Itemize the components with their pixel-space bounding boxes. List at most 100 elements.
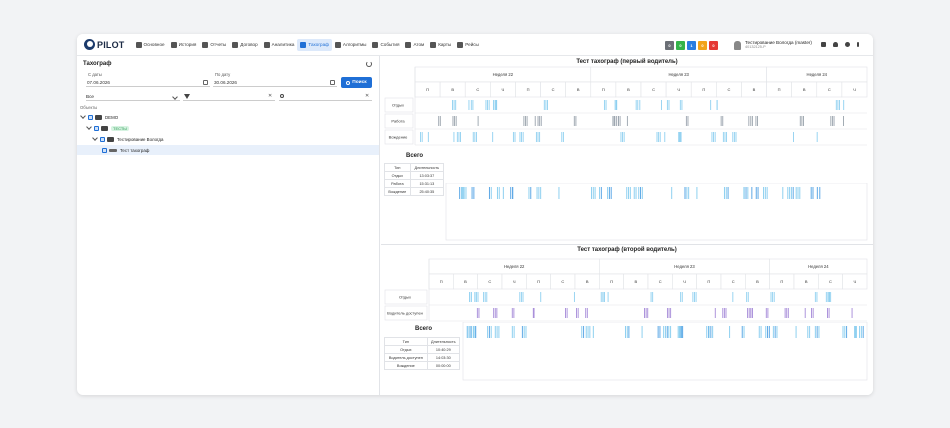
summary-bar xyxy=(743,187,745,199)
nav-item-events[interactable]: События xyxy=(369,39,402,51)
activity-bar xyxy=(645,308,647,318)
activity-bar xyxy=(421,132,423,142)
activity-bar xyxy=(668,100,670,110)
top-actions xyxy=(821,42,859,47)
type-select[interactable]: Все xyxy=(86,92,180,101)
activity-bar xyxy=(576,308,578,318)
status-box-blue[interactable]: 1 xyxy=(687,41,696,50)
user-info[interactable]: Тестирование Вологда (master) 40132125-P xyxy=(734,40,812,50)
from-date-field[interactable]: 07.06.2026 xyxy=(86,78,210,87)
summary-bar xyxy=(511,326,513,338)
caret-down-icon[interactable] xyxy=(92,135,98,141)
calendar-icon[interactable] xyxy=(203,80,208,85)
activity-bar xyxy=(484,292,486,302)
summary-area xyxy=(445,183,868,241)
nav-item-analytics[interactable]: Аналитика xyxy=(261,39,298,51)
checkbox[interactable] xyxy=(102,147,107,153)
checkbox[interactable] xyxy=(94,125,99,131)
nav-item-atom[interactable]: Атом xyxy=(402,39,427,51)
checkbox[interactable] xyxy=(88,114,93,120)
clear-icon[interactable]: ✕ xyxy=(365,93,369,99)
activity-bar xyxy=(547,100,548,110)
summary-bar xyxy=(814,326,816,338)
nav-item-tachograph[interactable]: Тахограф xyxy=(297,38,332,51)
activity-bar xyxy=(746,292,748,302)
tree-item-vologda[interactable]: Тестирование Вологда xyxy=(77,134,379,144)
search-input[interactable] xyxy=(279,92,372,101)
activity-bar xyxy=(522,292,524,302)
activity-bar xyxy=(659,132,661,142)
tree-item-demo[interactable]: DEMO xyxy=(77,112,379,122)
status-box-green[interactable]: 0 xyxy=(676,41,685,50)
day-label: С xyxy=(727,87,730,92)
nav-label: Атом xyxy=(413,42,425,47)
summary-bar xyxy=(755,187,757,199)
day-label: П xyxy=(778,87,781,92)
status-box-gray[interactable]: 0 xyxy=(665,41,674,50)
summary-bar xyxy=(723,187,725,199)
caret-down-icon[interactable] xyxy=(80,113,86,119)
activity-bar xyxy=(747,292,749,302)
caret-down-icon[interactable] xyxy=(86,124,92,130)
activity-bar xyxy=(523,116,525,126)
tree-item-tachograph[interactable]: Тест тахограф xyxy=(77,145,379,155)
activity-bar xyxy=(620,132,622,142)
map-icon xyxy=(430,41,437,48)
nav-item-history[interactable]: История xyxy=(168,39,200,51)
activity-bar xyxy=(486,292,488,302)
logo-mark-icon xyxy=(84,39,95,50)
nav-item-contract[interactable]: Договор xyxy=(229,39,260,51)
search-icon xyxy=(280,94,284,98)
nav-item-maps[interactable]: Карты xyxy=(427,39,454,51)
tachograph-filter-panel: Тахограф С даты 07.06.2026 По дату 30.06… xyxy=(77,56,380,395)
activity-bar xyxy=(772,292,774,302)
nav-item-trips[interactable]: Рейсы xyxy=(454,39,482,51)
activity-bar xyxy=(514,132,516,142)
status-box-orange[interactable]: 0 xyxy=(698,41,707,50)
activity-bar xyxy=(827,292,829,302)
day-label: Ч xyxy=(853,279,856,284)
activity-bar xyxy=(814,292,816,302)
activity-bar xyxy=(468,100,470,110)
activity-bar xyxy=(533,308,535,318)
more-icon[interactable] xyxy=(857,42,859,47)
nav-item-main[interactable]: Основное xyxy=(133,39,168,51)
notifications-icon[interactable] xyxy=(833,42,838,47)
search-button[interactable]: Поиск xyxy=(341,77,372,88)
settings-icon[interactable] xyxy=(845,42,850,47)
summary-bar xyxy=(538,187,540,199)
grid-icon[interactable] xyxy=(821,42,826,47)
nav-item-algorithms[interactable]: Алгоритмы xyxy=(332,39,370,51)
activity-bar xyxy=(622,132,623,142)
folder-icon xyxy=(95,114,102,120)
calendar-icon[interactable] xyxy=(330,80,335,85)
tree-item-tests[interactable]: ТЕСТЫ xyxy=(77,123,379,133)
filter-input[interactable] xyxy=(183,92,275,101)
status-box-red[interactable]: 0 xyxy=(709,41,718,50)
activity-bar xyxy=(472,100,474,110)
tachograph-charts: Тест тахограф (первый водитель) Неделя 2… xyxy=(381,56,873,395)
nav-label: Основное xyxy=(143,42,165,47)
activity-bar xyxy=(773,292,775,302)
logo[interactable]: PILOT xyxy=(84,39,125,50)
tree-item-tag: ТЕСТЫ xyxy=(111,125,129,131)
refresh-icon[interactable] xyxy=(366,61,372,67)
activity-bar xyxy=(477,292,479,302)
summary-bar xyxy=(585,326,587,338)
to-date-field[interactable]: 30.06.2026 xyxy=(213,78,337,87)
activity-bar xyxy=(512,132,514,142)
summary-bar xyxy=(510,187,512,199)
nav-item-reports[interactable]: Отчеты xyxy=(199,39,229,51)
day-label: П xyxy=(537,279,540,284)
analytics-icon xyxy=(263,41,270,48)
checkbox[interactable] xyxy=(100,136,105,142)
summary-bar xyxy=(809,326,811,338)
summary-bar xyxy=(608,187,610,199)
activity-bar xyxy=(755,116,757,126)
activity-bar xyxy=(511,308,513,318)
activity-bar xyxy=(492,132,494,142)
activity-bar xyxy=(453,100,455,110)
summary-bar xyxy=(855,326,857,338)
clear-icon[interactable]: ✕ xyxy=(268,93,272,99)
summary-bar xyxy=(708,326,710,338)
